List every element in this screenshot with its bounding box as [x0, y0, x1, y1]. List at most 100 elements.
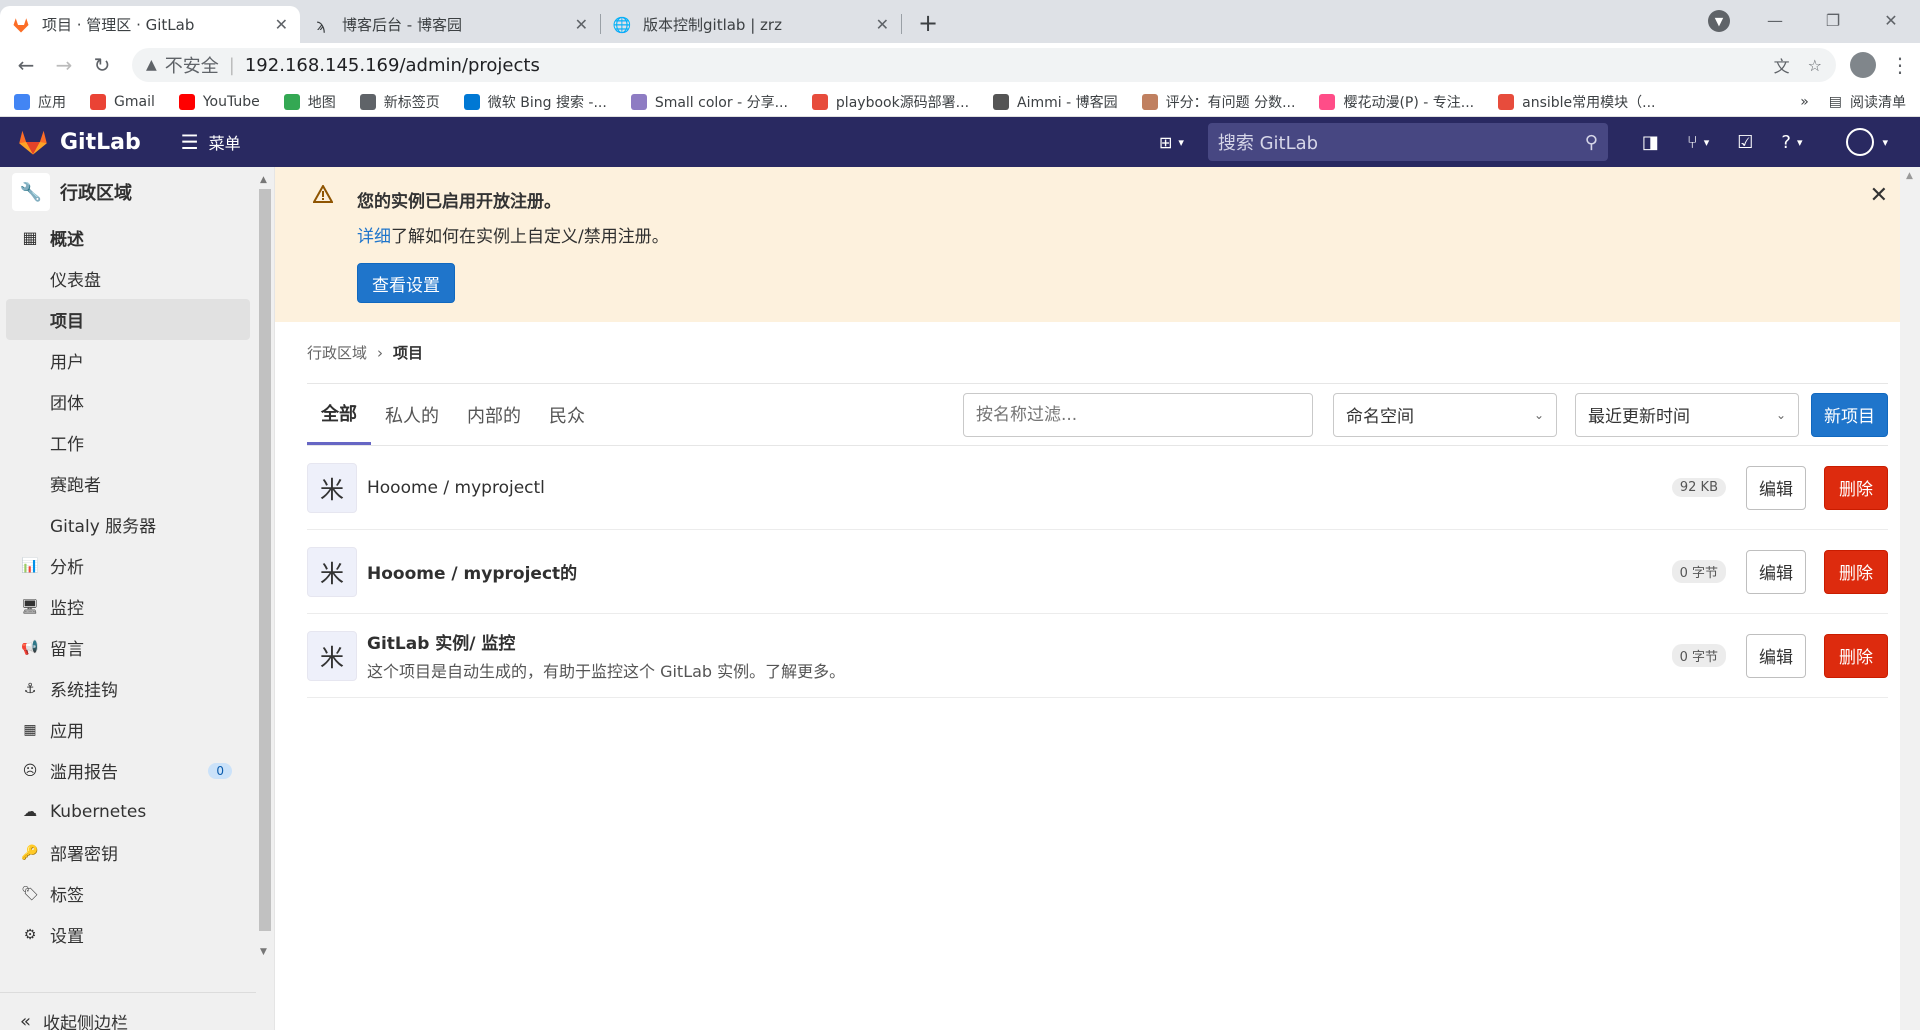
browser-tab-gitlab[interactable]: 项目 · 管理区 · GitLab ✕ [0, 6, 300, 43]
reload-icon[interactable]: ↻ [86, 53, 118, 77]
bookmarks-bar: 应用 Gmail YouTube 地图 新标签页 微软 Bing 搜索 -... Small… [0, 87, 1920, 117]
breadcrumb-root[interactable]: 行政区域 [307, 342, 367, 363]
sidebar-item[interactable]: ☹ 滥用报告 0 [0, 750, 274, 791]
bookmark-item[interactable]: Aimmi - 博客园 [993, 92, 1118, 112]
browser-tab-cnblogs[interactable]: ϡ 博客后台 - 博客园 ✕ [300, 6, 600, 43]
sidebar-item[interactable]: 🔑 部署密钥 [0, 832, 274, 873]
project-name[interactable]: Hooome / myprojectl [367, 478, 1672, 498]
scroll-thumb[interactable] [259, 189, 271, 931]
alert-link[interactable]: 详细 [357, 227, 391, 247]
sidebar-subitem[interactable]: 用户 [0, 340, 274, 381]
bookmark-item[interactable]: YouTube [178, 93, 260, 110]
project-avatar[interactable]: 米 [307, 546, 357, 597]
reading-list[interactable]: ▤ 阅读清单 [1829, 92, 1906, 112]
profile-avatar[interactable] [1850, 52, 1876, 78]
bookmark-item[interactable]: 评分：有问题 分数... [1141, 92, 1295, 112]
sidebar-item[interactable]: ☁ Kubernetes [0, 791, 274, 832]
sidebar-item[interactable]: 📢 留言 [0, 627, 274, 668]
close-icon[interactable]: ✕ [1870, 183, 1888, 208]
browser-tab-zrz[interactable]: 🌐 版本控制gitlab | zrz ✕ [601, 6, 901, 43]
sidebar-item[interactable]: 🏷 标签 [0, 873, 274, 914]
bookmark-label: playbook源码部署... [835, 94, 970, 111]
new-tab-icon[interactable]: + [902, 9, 954, 43]
bookmark-label: 樱花动漫(P) - 专注... [1343, 94, 1475, 111]
sidebar-subitem[interactable]: Gitaly 服务器 [0, 504, 274, 545]
project-name[interactable]: Hooome / myproject的 [367, 559, 1672, 584]
omnibox[interactable]: ▲ 不安全 | 192.168.145.169/admin/projects 文… [132, 48, 1836, 82]
sidebar-header[interactable]: 🔧 行政区域 [0, 167, 274, 217]
translate-icon[interactable]: 文 [1774, 53, 1790, 77]
name-filter-input[interactable] [963, 392, 1313, 437]
tab-private[interactable]: 私人的 [371, 384, 453, 445]
edit-button[interactable]: 编辑 [1746, 633, 1806, 678]
project-avatar[interactable]: 米 [307, 462, 357, 513]
back-icon[interactable]: ← [10, 53, 42, 77]
collapse-sidebar-button[interactable]: « 收起侧边栏 [0, 992, 256, 1030]
tab-close-icon[interactable]: ✕ [575, 15, 588, 34]
bookmark-item[interactable]: 微软 Bing 搜索 -... [463, 92, 607, 112]
bookmark-item[interactable]: 樱花动漫(P) - 专注... [1319, 92, 1474, 112]
main-menu-button[interactable]: ☰ 菜单 [181, 130, 241, 154]
sidebar-item[interactable]: ▦ 应用 [0, 709, 274, 750]
scroll-up-icon[interactable]: ▲ [1906, 171, 1913, 181]
help-icon[interactable]: ? ▾ [1781, 132, 1802, 153]
todos-icon[interactable]: ☑ [1737, 132, 1753, 153]
bookmark-item[interactable]: 应用 [14, 92, 66, 112]
tab-close-icon[interactable]: ✕ [876, 15, 889, 34]
window-close-icon[interactable]: ✕ [1862, 11, 1920, 30]
bookmark-star-icon[interactable]: ☆ [1808, 56, 1822, 75]
view-settings-button[interactable]: 查看设置 [357, 263, 455, 303]
sort-dropdown[interactable]: 最近更新时间 ⌄ [1575, 392, 1799, 437]
bookmark-item[interactable]: playbook源码部署... [811, 92, 970, 112]
maximize-icon[interactable]: ❐ [1804, 11, 1862, 30]
sidebar-item-overview[interactable]: ▦ 概述 [0, 217, 274, 258]
sidebar-subitem[interactable]: 团体 [0, 381, 274, 422]
plus-square-icon: ⊞ [1158, 132, 1173, 152]
sidebar-scrollbar[interactable]: ▲ ▼ [256, 175, 271, 957]
tab-search-icon[interactable]: ▼ [1708, 10, 1730, 32]
sidebar-item[interactable]: 📊 分析 [0, 545, 274, 586]
delete-button[interactable]: 删除 [1824, 549, 1888, 594]
sidebar-subitem[interactable]: 赛跑者 [0, 463, 274, 504]
browser-menu-icon[interactable]: ⋮ [1890, 53, 1910, 77]
bookmark-item[interactable]: Gmail [90, 93, 155, 110]
sidebar-subitem[interactable]: 项目 [6, 299, 250, 340]
merge-requests-icon[interactable]: ⑂ ▾ [1687, 132, 1709, 153]
search-input[interactable]: 搜索 GitLab ⚲ [1207, 123, 1608, 161]
sidebar-item[interactable]: 🖥 监控 [0, 586, 274, 627]
bookmark-item[interactable]: ansible常用模块（... [1498, 92, 1656, 112]
minimize-icon[interactable]: — [1746, 11, 1804, 30]
project-name[interactable]: GitLab 实例/ 监控 [367, 629, 1672, 654]
tab-internal[interactable]: 内部的 [453, 384, 535, 445]
scroll-up-icon[interactable]: ▲ [260, 175, 267, 185]
edit-button[interactable]: 编辑 [1746, 549, 1806, 594]
delete-button[interactable]: 删除 [1824, 465, 1888, 510]
admin-sidebar: 🔧 行政区域 ▦ 概述 仪表盘 项目 用户 团体 工作 赛跑者 Gitaly 服务器 📊 分析… [0, 167, 275, 1030]
gitlab-logo[interactable]: GitLab [18, 128, 141, 156]
sidebar-item[interactable]: ⚓ 系统挂钩 [0, 668, 274, 709]
url-text[interactable]: 192.168.145.169/admin/projects [245, 55, 1756, 76]
bookmark-item[interactable]: 地图 [283, 92, 336, 112]
tab-close-icon[interactable]: ✕ [275, 15, 288, 34]
chevron-down-icon[interactable]: ▾ [1882, 136, 1888, 149]
edit-button[interactable]: 编辑 [1746, 465, 1806, 510]
sidebar-item[interactable]: ⚙ 设置 [0, 914, 274, 955]
bookmark-item[interactable]: Small color - 分享... [630, 92, 788, 112]
sidebar-subitem[interactable]: 仪表盘 [0, 258, 274, 299]
user-avatar[interactable] [1846, 128, 1875, 156]
new-project-button[interactable]: 新项目 [1811, 392, 1888, 437]
tab-public[interactable]: 民众 [535, 384, 599, 445]
page-scrollbar[interactable]: ▲ ▼ [1900, 167, 1920, 1030]
namespace-dropdown[interactable]: 命名空间 ⌄ [1333, 392, 1557, 437]
issues-icon[interactable]: ◨ [1642, 132, 1659, 153]
bookmark-item[interactable]: 新标签页 [359, 92, 440, 112]
sidebar-subitem[interactable]: 工作 [0, 422, 274, 463]
tab-all[interactable]: 全部 [307, 384, 371, 445]
forward-icon[interactable]: → [48, 53, 80, 77]
breadcrumb-current[interactable]: 项目 [393, 342, 423, 363]
scroll-down-icon[interactable]: ▼ [260, 947, 267, 957]
new-dropdown-button[interactable]: ⊞ ▾ [1159, 133, 1184, 152]
bookmarks-more-icon[interactable]: » [1800, 94, 1809, 110]
project-avatar[interactable]: 米 [307, 630, 357, 681]
delete-button[interactable]: 删除 [1824, 633, 1888, 678]
